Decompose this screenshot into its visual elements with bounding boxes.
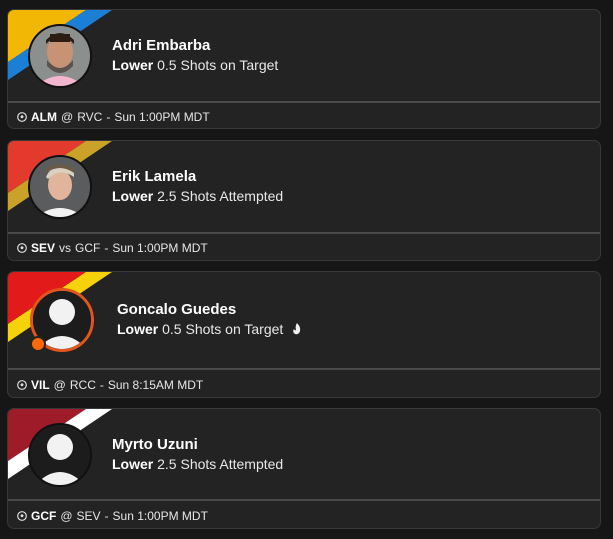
pick-direction: Lower	[112, 188, 154, 204]
opponent-abbr: SEV	[76, 509, 101, 523]
player-avatar	[28, 24, 92, 88]
card-divider	[8, 232, 600, 234]
team-abbr: SEV	[31, 241, 56, 255]
matchup-separator: vs	[59, 241, 72, 255]
player-name: Adri Embarba	[112, 37, 211, 54]
flame-icon	[293, 323, 301, 335]
player-name: Erik Lamela	[112, 168, 197, 185]
pick-line: Lower 2.5 Shots Attempted	[112, 456, 283, 472]
dash: -	[104, 241, 109, 255]
matchup-info: GCF @ SEV - Sun 1:00PM MDT	[17, 509, 208, 523]
player-avatar	[28, 155, 92, 219]
pick-stat-line: 2.5 Shots Attempted	[157, 456, 284, 472]
card-divider	[8, 499, 600, 501]
pick-direction: Lower	[117, 321, 159, 337]
soccer-ball-icon	[17, 112, 27, 122]
team-abbr: GCF	[31, 509, 57, 523]
dash: -	[104, 509, 109, 523]
pick-card[interactable]: Goncalo Guedes Lower 0.5 Shots on Target…	[7, 271, 601, 398]
pick-line: Lower 0.5 Shots on Target	[117, 321, 302, 337]
pick-stat-line: 0.5 Shots on Target	[157, 57, 279, 73]
soccer-ball-icon	[17, 511, 27, 521]
soccer-ball-icon	[17, 380, 27, 390]
soccer-ball-icon	[17, 243, 27, 253]
matchup-separator: @	[60, 509, 73, 523]
matchup-separator: @	[61, 110, 74, 124]
pick-line: Lower 0.5 Shots on Target	[112, 57, 278, 73]
card-divider	[8, 101, 600, 103]
game-time: Sun 1:00PM MDT	[112, 509, 208, 523]
card-divider	[8, 368, 600, 370]
team-abbr: VIL	[31, 378, 50, 392]
game-time: Sun 1:00PM MDT	[112, 241, 208, 255]
player-name: Goncalo Guedes	[117, 301, 237, 318]
pick-line: Lower 2.5 Shots Attempted	[112, 188, 283, 204]
game-time: Sun 1:00PM MDT	[114, 110, 210, 124]
team-abbr: ALM	[31, 110, 57, 124]
player-avatar	[28, 423, 92, 487]
live-indicator-badge	[30, 336, 46, 352]
pick-direction: Lower	[112, 57, 154, 73]
pick-stat-line: 2.5 Shots Attempted	[157, 188, 284, 204]
game-time: Sun 8:15AM MDT	[107, 378, 204, 392]
matchup-separator: @	[53, 378, 66, 392]
matchup-info: ALM @ RVC - Sun 1:00PM MDT	[17, 110, 210, 124]
opponent-abbr: GCF	[75, 241, 101, 255]
matchup-info: SEV vs GCF - Sun 1:00PM MDT	[17, 241, 208, 255]
player-name: Myrto Uzuni	[112, 436, 198, 453]
pick-direction: Lower	[112, 456, 154, 472]
opponent-abbr: RCC	[69, 378, 96, 392]
matchup-info: VIL @ RCC - Sun 8:15AM MDT	[17, 378, 203, 392]
pick-card[interactable]: Myrto Uzuni Lower 2.5 Shots Attempted GC…	[7, 408, 601, 529]
pick-card[interactable]: Erik Lamela Lower 2.5 Shots Attempted SE…	[7, 140, 601, 261]
dash: -	[106, 110, 111, 124]
dash: -	[99, 378, 104, 392]
pick-stat-line: 0.5 Shots on Target	[162, 321, 284, 337]
pick-card[interactable]: Adri Embarba Lower 0.5 Shots on Target A…	[7, 9, 601, 129]
opponent-abbr: RVC	[77, 110, 103, 124]
